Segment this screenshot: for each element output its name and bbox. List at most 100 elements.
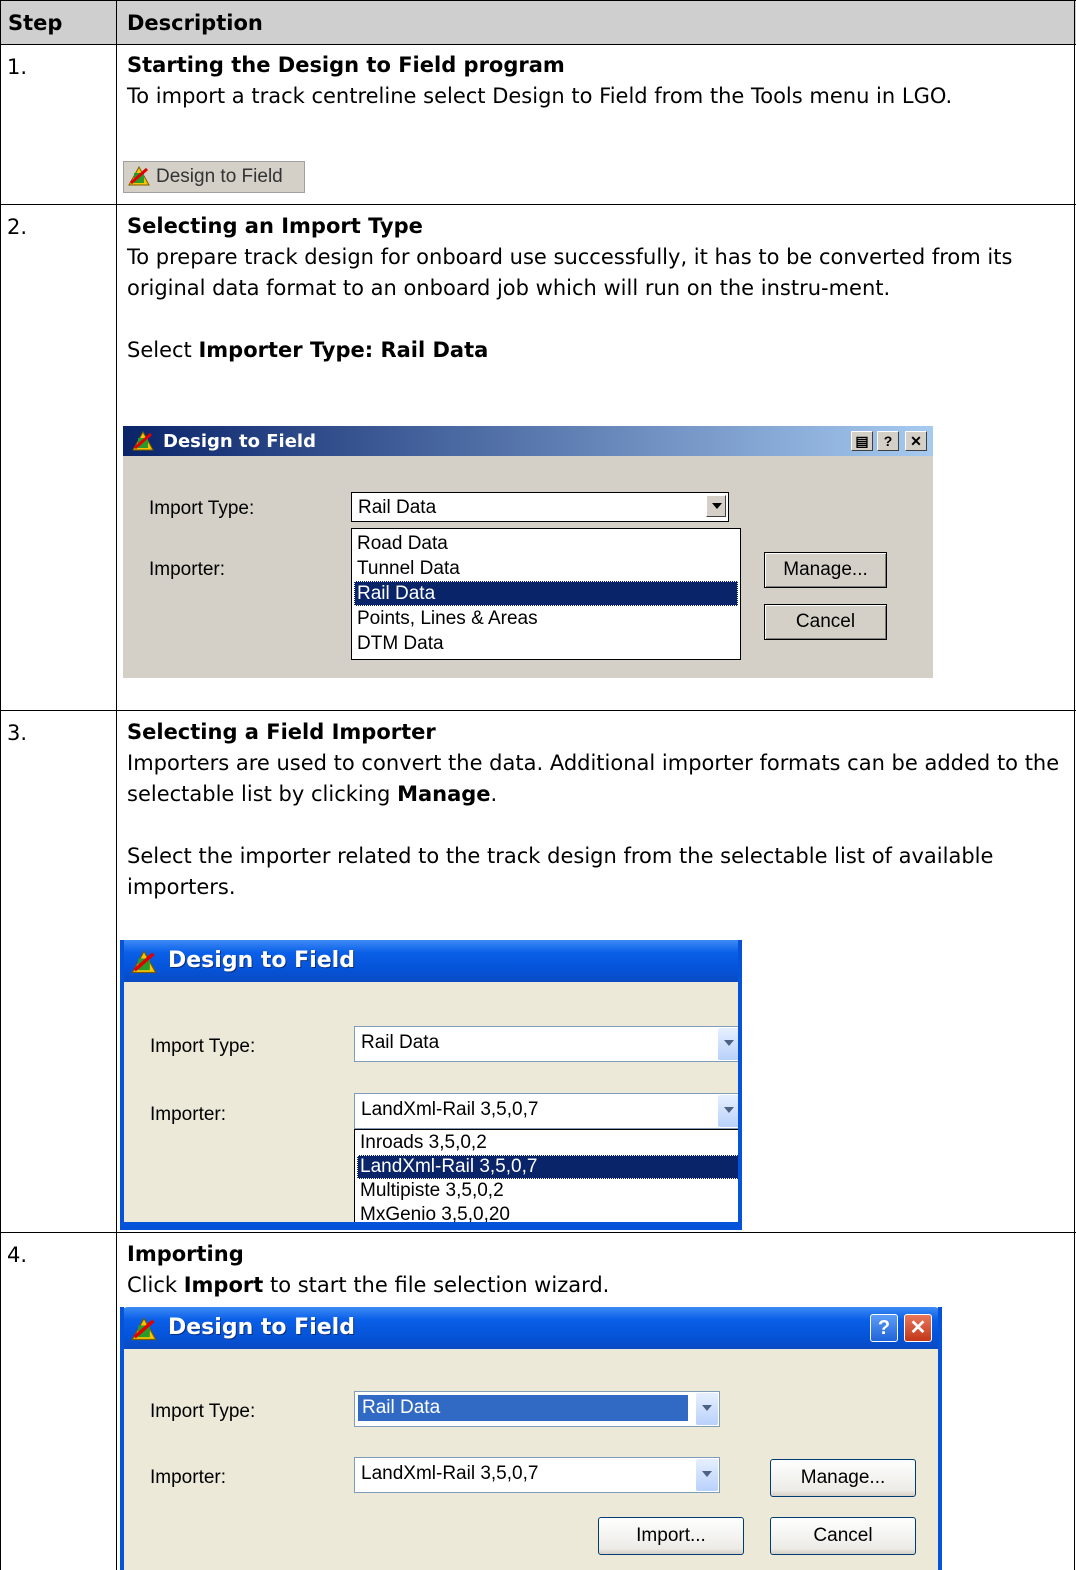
dialog-title: Design to Field [168, 948, 355, 973]
dialog-body: Import Type: Rail Data Importer: LandXml… [124, 1349, 938, 1570]
close-button[interactable]: ✕ [904, 1314, 932, 1342]
print-icon[interactable]: ▤ [851, 431, 873, 451]
select-value: Rail Data [361, 1032, 440, 1053]
grid-line [0, 1232, 1076, 1233]
design-to-field-menu-item[interactable]: Design to Field [123, 161, 305, 193]
cancel-button[interactable]: Cancel [770, 1517, 916, 1555]
list-item[interactable]: Tunnel Data [354, 556, 738, 581]
step-text: To prepare track design for onboard use … [127, 245, 1013, 300]
select-value: Rail Data [358, 1395, 688, 1421]
dialog-body: Import Type: Rail Data Importer: LandXml… [124, 982, 742, 1230]
importer-label: Importer: [150, 1467, 227, 1488]
step-4-content: Importing Click Import to start the file… [127, 1239, 1062, 1301]
dialog-title-bar: Design to Field [120, 940, 742, 982]
design-to-field-icon [128, 165, 150, 186]
import-button-label: Import... [636, 1525, 706, 1546]
import-type-dropdown-list: Road Data Tunnel Data Rail Data Points, … [351, 528, 741, 660]
grid-line [0, 0, 1, 1570]
step-text: Importers are used to convert the data. … [127, 751, 1060, 806]
importer-dropdown-list: Inroads 3,5,0,2 LandXml-Rail 3,5,0,7 Mul… [354, 1129, 742, 1230]
help-button[interactable]: ? [877, 431, 899, 451]
import-type-label: Import Type: [150, 1401, 256, 1422]
window-frame [938, 1307, 942, 1570]
select-value: Rail Data [358, 497, 437, 518]
step-text: To import a track centreline select Desi… [127, 84, 953, 108]
dialog-title: Design to Field [168, 1315, 355, 1340]
step-2-content: Selecting an Import Type To prepare trac… [127, 211, 1062, 366]
grid-line [0, 44, 1076, 45]
design-to-field-dialog-classic: Design to Field ▤ ? ✕ Import Type: Rail … [123, 426, 933, 678]
step-title: Selecting an Import Type [127, 214, 423, 238]
importer-label: Importer: [149, 559, 226, 580]
import-type-select[interactable]: Rail Data [354, 1026, 742, 1062]
import-button[interactable]: Import... [598, 1517, 744, 1555]
importer-select[interactable]: LandXml-Rail 3,5,0,7 [354, 1093, 742, 1129]
manage-button[interactable]: Manage... [770, 1459, 916, 1497]
list-item[interactable]: Multipiste 3,5,0,2 [357, 1179, 739, 1203]
chevron-down-icon[interactable] [718, 1028, 740, 1060]
cancel-button-label: Cancel [813, 1525, 873, 1546]
step-1-content: Starting the Design to Field program To … [127, 50, 1062, 112]
step-text-b: Select the importer related to the track… [127, 844, 994, 899]
instruction-bold: Importer Type: Rail Data [198, 338, 489, 362]
step-text: Click Import to start the file selection… [127, 1270, 1062, 1301]
design-to-field-icon [131, 950, 157, 974]
step-number: 3. [7, 721, 28, 745]
select-value: LandXml-Rail 3,5,0,7 [361, 1463, 539, 1484]
list-item[interactable]: Points, Lines & Areas [354, 606, 738, 631]
design-to-field-icon [131, 1317, 157, 1341]
step-number: 4. [7, 1243, 28, 1267]
chevron-down-icon[interactable] [696, 1393, 718, 1425]
step-title: Starting the Design to Field program [127, 53, 565, 77]
importer-label: Importer: [150, 1104, 227, 1125]
list-item-selected[interactable]: LandXml-Rail 3,5,0,7 [357, 1155, 739, 1179]
manage-button[interactable]: Manage... [764, 552, 887, 588]
manage-button-label: Manage... [783, 559, 868, 580]
step-text-bold: Import [183, 1273, 264, 1297]
window-frame [120, 940, 124, 1230]
step-text-prefix: Click [127, 1273, 178, 1297]
grid-line [1074, 0, 1075, 1570]
step-number: 1. [7, 55, 28, 79]
step-instruction: Select Importer Type: Rail Data [127, 335, 1062, 366]
window-frame [120, 1307, 124, 1570]
grid-line [116, 0, 117, 1570]
step-title: Selecting a Field Importer [127, 720, 436, 744]
list-item[interactable]: Inroads 3,5,0,2 [357, 1131, 739, 1155]
chevron-down-icon[interactable] [706, 495, 726, 517]
step-text-suffix: to start the file selection wizard. [269, 1273, 610, 1297]
grid-line [0, 204, 1076, 205]
header-step: Step [8, 11, 63, 35]
design-to-field-icon [132, 430, 154, 451]
step-text-bold: Manage [397, 782, 491, 806]
step-text-a: Importers are used to convert the data. … [127, 751, 1060, 806]
chevron-down-icon[interactable] [696, 1459, 718, 1491]
close-button[interactable]: ✕ [905, 431, 927, 451]
step-number: 2. [7, 215, 28, 239]
import-type-select[interactable]: Rail Data [354, 1391, 720, 1427]
instruction-prefix: Select [127, 338, 192, 362]
cancel-button[interactable]: Cancel [764, 604, 887, 640]
step-title: Importing [127, 1242, 244, 1266]
grid-line [0, 710, 1076, 711]
import-type-label: Import Type: [149, 498, 255, 519]
step-3-content: Selecting a Field Importer Importers are… [127, 717, 1062, 903]
chevron-down-icon[interactable] [718, 1095, 740, 1127]
import-type-label: Import Type: [150, 1036, 256, 1057]
header-description: Description [127, 11, 263, 35]
select-value: LandXml-Rail 3,5,0,7 [361, 1099, 539, 1120]
list-item[interactable]: Road Data [354, 531, 738, 556]
window-frame [120, 1222, 742, 1230]
window-frame [738, 940, 742, 1230]
document: Step Description 1. Starting the Design … [0, 0, 1076, 1570]
dialog-title: Design to Field [163, 431, 316, 452]
grid-line [0, 0, 1076, 1]
design-to-field-dialog-importer: Design to Field Import Type: Rail Data I… [120, 940, 742, 1230]
importer-select[interactable]: LandXml-Rail 3,5,0,7 [354, 1457, 720, 1493]
menu-item-label: Design to Field [156, 166, 283, 187]
dialog-title-bar: Design to Field ? ✕ [120, 1307, 942, 1349]
list-item-selected[interactable]: Rail Data [354, 581, 738, 606]
list-item[interactable]: DTM Data [354, 631, 738, 656]
import-type-select[interactable]: Rail Data [351, 492, 729, 522]
help-button[interactable]: ? [870, 1314, 898, 1342]
